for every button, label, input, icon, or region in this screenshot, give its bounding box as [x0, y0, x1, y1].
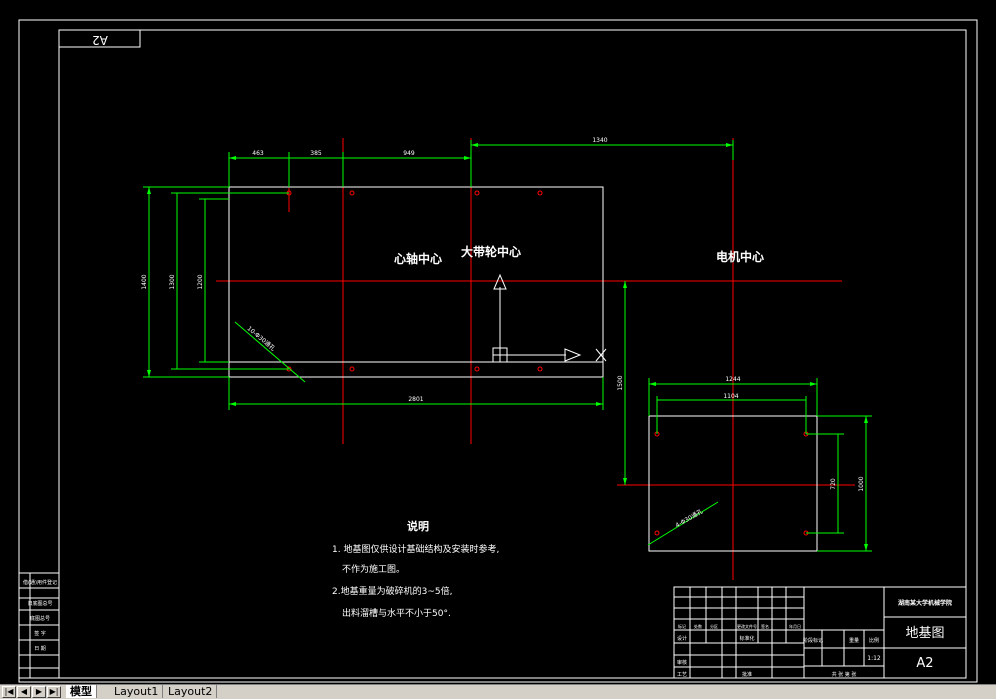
dimension-arrows	[147, 143, 868, 551]
hole-note-main: 10-Φ30通孔	[246, 324, 277, 352]
tab-layout2[interactable]: Layout2	[164, 685, 218, 698]
title-col-label: 更改文件号	[737, 623, 757, 629]
title-scale: 1:12	[867, 655, 881, 662]
left-strip-item: 签 字	[34, 630, 46, 637]
dim-1000: 1000	[858, 476, 865, 491]
label-spindle-center: 心轴中心	[394, 251, 442, 266]
title-process: 工艺	[677, 672, 687, 678]
tab-layout1[interactable]: Layout1	[110, 685, 164, 698]
tab-model[interactable]: 模型	[66, 685, 97, 698]
notes-line: 2.地基重量为破碎机的3~5倍,	[332, 585, 452, 597]
title-approve: 批准	[742, 671, 752, 678]
dim-2801: 2801	[408, 396, 423, 403]
inner-border	[58, 29, 967, 679]
notes-line: 不作为施工图。	[342, 563, 405, 575]
left-strip-item: 借(通)用件登记	[23, 579, 57, 586]
left-strip-item: 日 期	[34, 646, 46, 652]
cad-drawing: A2 借(通)用件登记 旧底图总号 底图总号 签 字 日 期 463 385 9…	[18, 19, 978, 683]
notes-title: 说明	[407, 519, 429, 533]
dim-1244: 1244	[725, 376, 740, 383]
title-col-label: 签名	[761, 623, 769, 629]
dimension-lines	[143, 140, 872, 552]
label-motor-center: 电机中心	[716, 249, 764, 264]
dim-1200: 1200	[197, 274, 204, 289]
left-strip-item: 旧底图总号	[27, 600, 52, 607]
hole-note-motor: 4-Φ30通孔	[674, 507, 704, 529]
left-strip-item: 底图总号	[30, 615, 50, 622]
dim-1400: 1400	[141, 274, 148, 289]
dim-1340: 1340	[592, 137, 607, 144]
layout-tab-bar: |◀ ◀ ▶ ▶| 模型 Layout1 Layout2	[0, 684, 996, 699]
outer-border	[18, 19, 978, 683]
first-tab-button[interactable]: |◀	[2, 686, 16, 698]
title-designer: 设计	[677, 635, 687, 642]
title-weight: 重量	[849, 637, 859, 644]
title-sheet-size: A2	[916, 656, 933, 671]
dim-1500: 1500	[617, 375, 624, 390]
ucs-icon	[492, 273, 607, 363]
prev-tab-button[interactable]: ◀	[17, 686, 31, 698]
label-pulley-center: 大带轮中心	[461, 244, 521, 259]
last-tab-button[interactable]: ▶|	[47, 686, 61, 698]
left-strip	[18, 572, 60, 679]
sheet-tag: A2	[92, 33, 108, 47]
dim-720: 720	[830, 478, 837, 490]
title-company: 湖南某大学机械学院	[898, 599, 952, 607]
centerlines	[216, 138, 855, 580]
notes-line: 出料溜槽与水平不小于50°.	[342, 607, 451, 619]
notes-line: 1. 地基图仅供设计基础结构及安装时参考,	[332, 543, 499, 555]
title-col-label: 标记	[678, 623, 686, 629]
dim-1104: 1104	[723, 393, 738, 400]
title-col-label: 处数	[694, 623, 702, 629]
dim-949: 949	[403, 150, 415, 157]
dim-385: 385	[310, 150, 322, 157]
dim-463: 463	[252, 150, 264, 157]
dim-1300: 1300	[169, 274, 176, 289]
title-stage-mark: 阶段标记	[803, 637, 823, 644]
title-ratio: 比例	[869, 637, 879, 644]
title-drawing-name: 地基图	[905, 626, 944, 641]
next-tab-button[interactable]: ▶	[32, 686, 46, 698]
title-col-label: 分区	[710, 623, 718, 629]
title-sheets: 共 张 第 张	[832, 671, 857, 678]
main-foundation	[228, 186, 604, 378]
title-standardization: 标准化	[739, 635, 754, 642]
title-col-label: 年月日	[789, 623, 801, 629]
title-review: 审核	[677, 659, 687, 666]
drawing-canvas[interactable]: A2 借(通)用件登记 旧底图总号 底图总号 签 字 日 期 463 385 9…	[0, 0, 996, 684]
anchor-holes	[286, 190, 809, 536]
